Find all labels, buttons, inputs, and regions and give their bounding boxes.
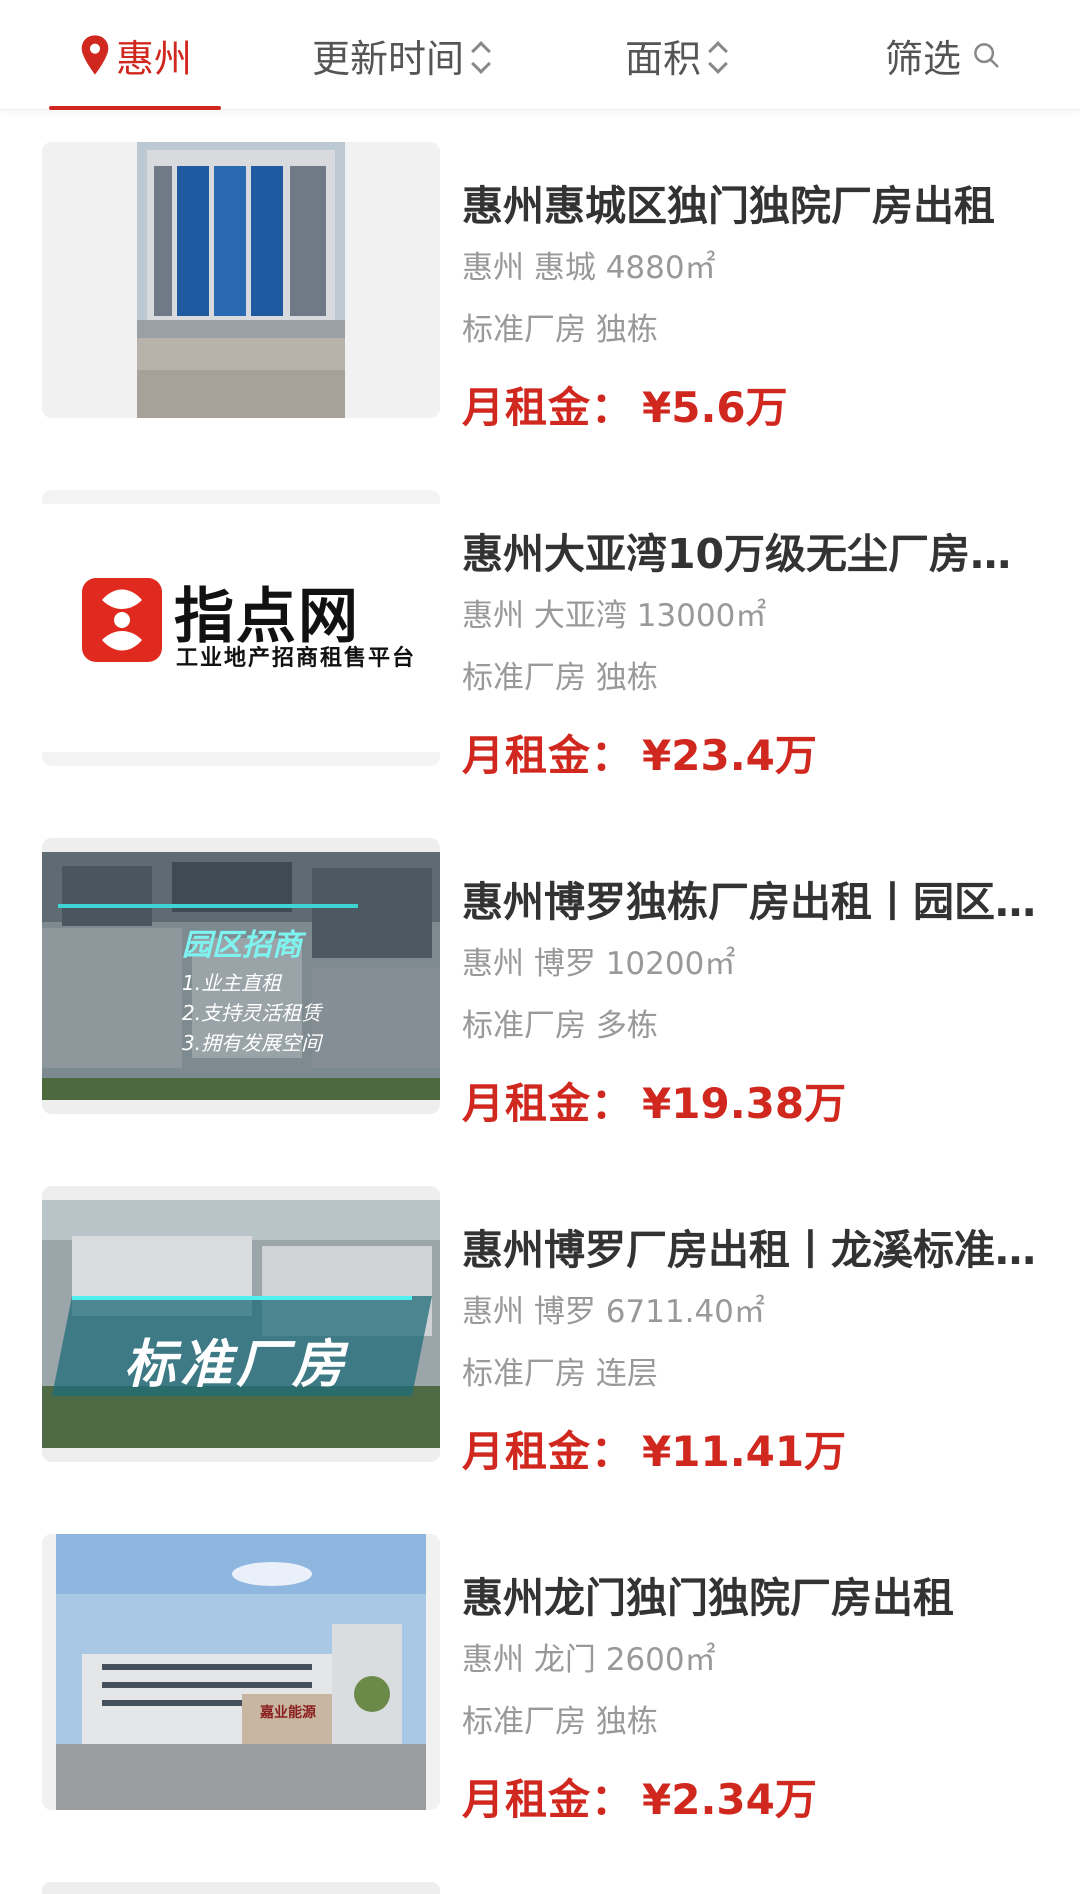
overlay-line: 3.拥有发展空间 — [182, 1031, 322, 1055]
listing-location: 惠州 惠城 4880㎡ — [462, 250, 716, 286]
location-pin-icon — [81, 35, 109, 75]
overlay-heading: 标准厂房 — [124, 1335, 349, 1395]
tab-update-time[interactable]: 更新时间 — [290, 0, 510, 110]
building-sign: 嘉业能源 — [260, 1705, 316, 1721]
listing-price: 月租金： ¥19.38万 — [462, 1070, 846, 1131]
listing-card[interactable]: 嘉业能源 惠州龙门独门独院厂房出租 惠州 龙门 2600㎡ 标准厂房 独栋 月租… — [42, 1534, 1042, 1824]
price-value: 5.6万 — [671, 383, 788, 432]
overlay-heading: 园区招商 — [182, 928, 302, 963]
tab-area-label: 面积 — [624, 36, 701, 81]
listing-tags: 标准厂房 独栋 — [462, 312, 658, 348]
overlay-line: 2.支持灵活租赁 — [182, 1001, 322, 1025]
listing-thumbnail[interactable]: 指点网 工业地产招商租售平台 — [42, 490, 440, 766]
listing-card[interactable]: 园区招商 1.业主直租 2.支持灵活租赁 3.拥有发展空间 惠州博罗独栋厂房出租… — [42, 838, 1042, 1128]
search-icon — [974, 43, 999, 68]
listing-price: 月租金： ¥23.4万 — [462, 722, 817, 783]
tab-city-label: 惠州 — [115, 36, 192, 81]
listing-tags: 标准厂房 独栋 — [462, 1704, 658, 1740]
listing-title[interactable]: 惠州博罗厂房出租丨龙溪标准厂房 — [462, 1216, 1042, 1276]
sort-updown-icon — [708, 40, 728, 74]
listing-card[interactable]: 惠州惠城区独门独院厂房出租 惠州 惠城 4880㎡ 标准厂房 独栋 月租金： ¥5… — [42, 142, 1042, 432]
price-value: 2.34万 — [671, 1775, 817, 1824]
listing-tags: 标准厂房 连层 — [462, 1356, 658, 1392]
listing-location: 惠州 龙门 2600㎡ — [462, 1642, 716, 1678]
listing-title[interactable]: 惠州龙门独门独院厂房出租 — [462, 1564, 1042, 1624]
price-value: 11.41万 — [671, 1427, 847, 1476]
currency-symbol: ¥ — [642, 731, 672, 780]
listing-title[interactable]: 惠州大亚湾10万级无尘厂房出租 — [462, 520, 1042, 580]
tab-filter[interactable]: 筛选 — [873, 0, 1013, 110]
listing-title[interactable]: 惠州惠城区独门独院厂房出租 — [462, 172, 1042, 232]
listing-price: 月租金： ¥5.6万 — [462, 374, 788, 435]
tab-filter-label: 筛选 — [884, 36, 961, 81]
listing-price: 月租金： ¥2.34万 — [462, 1766, 817, 1827]
listing-card[interactable]: 标准厂房 惠州博罗厂房出租丨龙溪标准厂房 惠州 博罗 6711.40㎡ 标准厂房… — [42, 1186, 1042, 1476]
currency-symbol: ¥ — [642, 1079, 672, 1128]
listing-location: 惠州 博罗 6711.40㎡ — [462, 1294, 765, 1330]
price-value: 23.4万 — [671, 731, 817, 780]
price-label: 月租金： — [462, 1427, 635, 1476]
filter-tab-bar: 惠州 更新时间 面积 筛选 — [0, 0, 1080, 110]
price-value: 19.38万 — [671, 1079, 847, 1128]
listing-thumbnail[interactable] — [42, 142, 440, 418]
overlay-line: 1.业主直租 — [182, 971, 282, 995]
factory-exterior-photo — [42, 1534, 440, 1810]
building-photo — [42, 142, 440, 418]
price-label: 月租金： — [462, 731, 635, 780]
tab-city[interactable]: 惠州 — [49, 0, 221, 110]
currency-symbol: ¥ — [642, 1427, 672, 1476]
currency-symbol: ¥ — [642, 383, 672, 432]
listing-thumbnail[interactable]: 标准厂房 — [42, 1186, 440, 1462]
listing-thumbnail[interactable]: 园区招商 1.业主直租 2.支持灵活租赁 3.拥有发展空间 — [42, 838, 440, 1114]
listing-tags: 标准厂房 独栋 — [462, 660, 658, 696]
logo-brand-tagline: 工业地产招商租售平台 — [176, 646, 417, 671]
tab-area[interactable]: 面积 — [605, 0, 745, 110]
next-card-edge — [42, 1882, 440, 1894]
listing-thumbnail[interactable]: 嘉业能源 — [42, 1534, 440, 1810]
tab-update-time-label: 更新时间 — [311, 36, 464, 81]
active-tab-indicator — [49, 106, 221, 110]
listing-price: 月租金： ¥11.41万 — [462, 1418, 846, 1479]
listing-title[interactable]: 惠州博罗独栋厂房出租丨园区招商 — [462, 868, 1042, 928]
listing-tags: 标准厂房 多栋 — [462, 1008, 658, 1044]
currency-symbol: ¥ — [642, 1775, 672, 1824]
price-label: 月租金： — [462, 1775, 635, 1824]
sort-updown-icon — [471, 40, 491, 74]
price-label: 月租金： — [462, 1079, 635, 1128]
price-label: 月租金： — [462, 383, 635, 432]
listing-location: 惠州 大亚湾 13000㎡ — [462, 598, 767, 634]
zhidian-logo-icon — [82, 578, 162, 662]
listing-location: 惠州 博罗 10200㎡ — [462, 946, 736, 982]
overlay-lines: 1.业主直租 2.支持灵活租赁 3.拥有发展空间 — [182, 968, 321, 1058]
listing-card[interactable]: 指点网 工业地产招商租售平台 惠州大亚湾10万级无尘厂房出租 惠州 大亚湾 13… — [42, 490, 1042, 780]
